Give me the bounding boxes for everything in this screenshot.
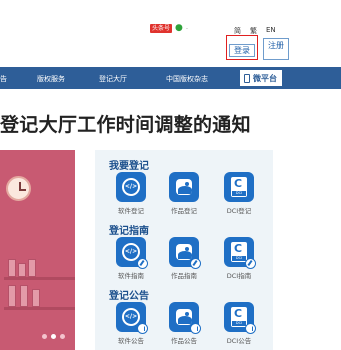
service-work-guide[interactable]: 作品指南 [156,237,212,280]
dci-notice-icon: C DCI [224,302,256,334]
service-label: DCI公告 [226,337,252,345]
micro-platform-label: 微平台 [253,73,277,83]
book [20,285,28,307]
lang-english[interactable]: EN [266,26,276,36]
social-links: 头条号 ● · [150,24,188,33]
carousel-dot-active[interactable] [51,334,56,339]
code-guide-icon: </> [116,237,148,269]
book [8,259,16,277]
service-label: 软件公告 [118,337,144,345]
nav-item-notice[interactable]: 告 [0,74,7,84]
book [18,263,26,277]
wechat-icon[interactable]: ● [175,24,183,33]
carousel-dot[interactable] [42,334,47,339]
service-software-guide[interactable]: </> 软件指南 [103,237,159,280]
register-button[interactable]: 注册 [263,38,289,60]
photo-notice-icon [169,302,201,334]
services-panel: 我要登记 </> 软件登记 作品登记 C DCI DCI登记 登记指南 </> 软… [95,150,273,350]
service-label: 作品登记 [171,207,197,215]
photo-icon [169,172,199,202]
service-label: 软件登记 [118,207,144,215]
book [28,259,36,277]
main-nav: 告 版权服务 登记大厅 中国版权杂志 微平台 [0,67,341,89]
login-button[interactable]: 登录 [229,44,255,57]
code-notice-icon: </> [116,302,148,334]
dci-guide-icon: C DCI [224,237,256,269]
service-dci-guide[interactable]: C DCI DCI指南 [211,237,267,280]
shelf-line [4,307,75,310]
social-separator: · [185,24,189,33]
carousel-dots [42,334,65,339]
nav-item-registration-hall[interactable]: 登记大厅 [99,74,127,84]
phone-icon [244,73,250,83]
service-dci-register[interactable]: C DCI DCI登记 [211,172,267,215]
service-label: 软件指南 [118,272,144,280]
service-software-register[interactable]: </> 软件登记 [103,172,159,215]
news-headline[interactable]: 登记大厅工作时间调整的通知 [0,110,251,137]
carousel-dot[interactable] [60,334,65,339]
micro-platform-button[interactable]: 微平台 [240,70,282,86]
banner-carousel[interactable] [0,150,75,350]
nav-item-copyright-services[interactable]: 版权服务 [37,74,65,84]
photo-guide-icon [169,237,201,269]
service-label: DCI登记 [226,207,252,215]
nav-item-copyright-magazine[interactable]: 中国版权杂志 [166,74,208,84]
service-label: 作品公告 [171,337,197,345]
shelf-line [4,277,75,280]
service-software-notice[interactable]: </> 软件公告 [103,302,159,345]
clock-illustration [6,176,31,201]
service-work-notice[interactable]: 作品公告 [156,302,212,345]
login-highlight: 登录 [226,35,258,60]
service-work-register[interactable]: 作品登记 [156,172,212,215]
service-label: 作品指南 [171,272,197,280]
section-title-register: 我要登记 [109,161,149,172]
section-title-notice: 登记公告 [109,291,149,302]
service-label: DCI指南 [226,272,252,280]
service-dci-notice[interactable]: C DCI DCI公告 [211,302,267,345]
auth-buttons: 登录 注册 [226,35,289,60]
code-icon: </> [116,172,146,202]
weibo-link[interactable]: 头条号 [150,24,173,33]
book [8,285,16,307]
book [32,289,40,307]
top-bar: 头条号 ● · 简 繁 EN 登录 注册 [0,0,341,66]
dci-icon: C DCI [224,172,254,202]
section-title-guide: 登记指南 [109,226,149,237]
